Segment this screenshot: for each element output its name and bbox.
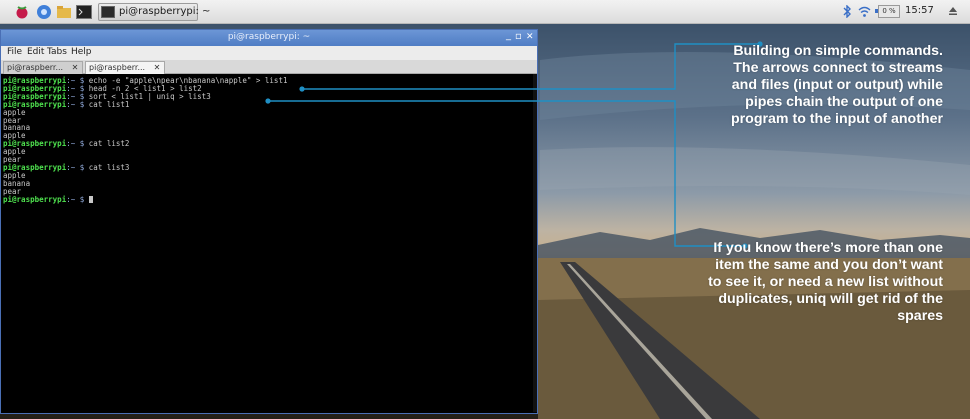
eject-icon[interactable] bbox=[948, 6, 958, 19]
tab-label: pi@raspberr... bbox=[89, 63, 146, 72]
window-titlebar[interactable]: pi@raspberrypi: ~ _ ▫ ✕ bbox=[1, 30, 537, 46]
maximize-button[interactable]: ▫ bbox=[515, 31, 522, 42]
clock[interactable]: 15:57 bbox=[905, 5, 934, 16]
file-manager-icon[interactable] bbox=[56, 4, 72, 20]
tab-bar: pi@raspberr... ✕ pi@raspberr... ✕ bbox=[1, 60, 537, 74]
tab-close-icon[interactable]: ✕ bbox=[154, 63, 161, 72]
terminal-path: :~ $ bbox=[66, 194, 85, 204]
window-title: pi@raspberrypi: ~ bbox=[227, 32, 311, 42]
terminal-path: :~ $ bbox=[66, 162, 85, 172]
tab-1[interactable]: pi@raspberr... ✕ bbox=[3, 61, 83, 74]
terminal-command: cat list1 bbox=[84, 99, 130, 109]
cpu-monitor: 0 % bbox=[878, 5, 900, 18]
close-button[interactable]: ✕ bbox=[526, 32, 534, 42]
terminal-prompt: pi@raspberrypi bbox=[3, 194, 67, 204]
annotation-uniq: If you know there’s more than one item t… bbox=[708, 240, 943, 324]
terminal-command-line: pi@raspberrypi:~ $ bbox=[3, 194, 93, 204]
terminal-launcher-icon[interactable] bbox=[76, 4, 92, 20]
taskbar: pi@raspberrypi: ~ 0 % 15:57 bbox=[0, 0, 970, 24]
terminal-icon bbox=[101, 6, 115, 18]
raspberry-menu-icon[interactable] bbox=[14, 4, 30, 20]
menu-bar: File Edit Tabs Help bbox=[1, 46, 537, 60]
annotation-streams: Building on simple commands. The arrows … bbox=[730, 43, 943, 127]
terminal-scrollbar[interactable] bbox=[533, 74, 537, 412]
terminal-command: cat list2 bbox=[84, 139, 130, 149]
web-browser-icon[interactable] bbox=[36, 4, 52, 20]
terminal-command: cat list3 bbox=[84, 162, 130, 172]
terminal-cursor bbox=[88, 196, 93, 203]
menu-tabs[interactable]: Tabs bbox=[47, 47, 67, 57]
tab-2[interactable]: pi@raspberr... ✕ bbox=[85, 61, 165, 74]
wifi-icon[interactable] bbox=[858, 5, 871, 21]
menu-help[interactable]: Help bbox=[71, 47, 92, 57]
minimize-button[interactable]: _ bbox=[506, 30, 511, 41]
menu-edit[interactable]: Edit bbox=[27, 47, 44, 57]
menu-file[interactable]: File bbox=[7, 47, 22, 57]
bluetooth-icon[interactable] bbox=[842, 4, 852, 21]
taskbar-window-button[interactable]: pi@raspberrypi: ~ bbox=[98, 3, 210, 21]
terminal-output[interactable]: pi@raspberrypi:~ $ echo -e "apple\npear\… bbox=[3, 74, 535, 412]
terminal-path: :~ $ bbox=[66, 99, 85, 109]
terminal-path: :~ $ bbox=[66, 139, 85, 149]
terminal-window: pi@raspberrypi: ~ _ ▫ ✕ File Edit Tabs H… bbox=[0, 29, 538, 414]
tab-close-icon[interactable]: ✕ bbox=[72, 63, 79, 72]
tab-label: pi@raspberr... bbox=[7, 63, 64, 72]
